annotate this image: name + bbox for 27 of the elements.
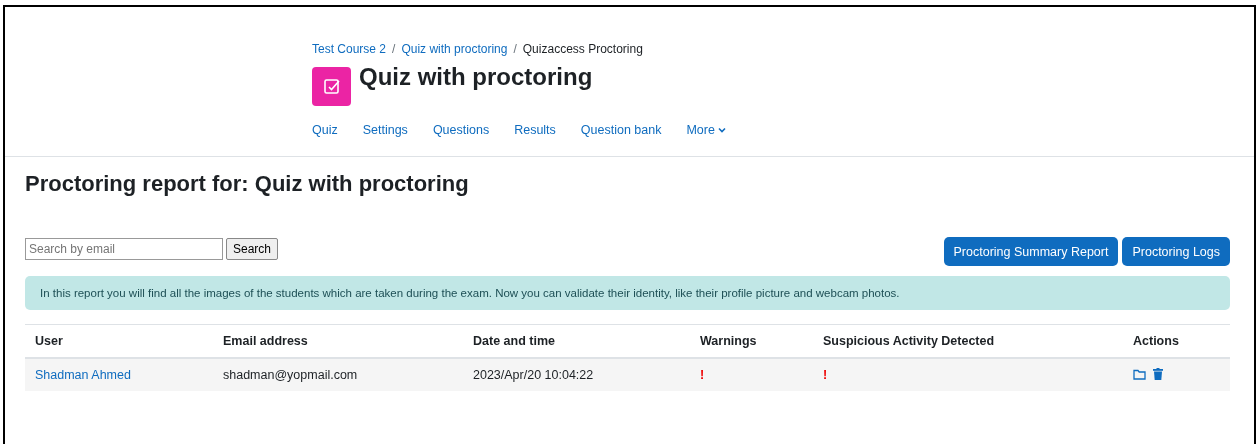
breadcrumb-separator: / [513,42,517,56]
warning-mark: ! [700,368,705,382]
nav-tab[interactable]: More [686,123,726,137]
search-field[interactable]: Search by email [25,238,223,260]
trash-icon[interactable] [1153,368,1163,380]
breadcrumb-link[interactable]: Quiz with proctoring [401,42,508,56]
info-alert: In this report you will find all the images of the students which are taken during the exam. Now you can validate their identity, like their profile picture and webcam photos. [25,276,1230,310]
user-link[interactable]: Shadman Ahmed [35,368,131,382]
caret-icon [717,127,726,133]
folder-icon[interactable] [1133,368,1146,380]
nav-tab[interactable]: Questions [432,123,490,137]
report-button[interactable]: Proctoring Summary Report [943,237,1119,266]
table-cell: 2023/Apr/20 10:04:22 [473,368,594,382]
breadcrumb-current: Quizaccess Proctoring [522,42,643,56]
nav-tab[interactable]: Results [514,123,556,137]
breadcrumb-separator: / [392,42,396,56]
report-title: Proctoring report for: Quiz with proctoring [25,171,470,197]
warning-mark: ! [823,368,828,382]
breadcrumb-link[interactable]: Test Course 2 [312,42,387,56]
page-title: Quiz with proctoring [359,62,593,91]
nav-tab[interactable]: Settings [362,123,408,137]
quiz-icon [312,67,351,106]
search-button[interactable]: Search [226,238,279,260]
nav-tab[interactable]: Question bank [580,123,662,137]
table-cell: shadman@yopmail.com [223,368,358,382]
report-button[interactable]: Proctoring Logs [1122,237,1230,266]
nav-tab[interactable]: Quiz [312,123,338,137]
